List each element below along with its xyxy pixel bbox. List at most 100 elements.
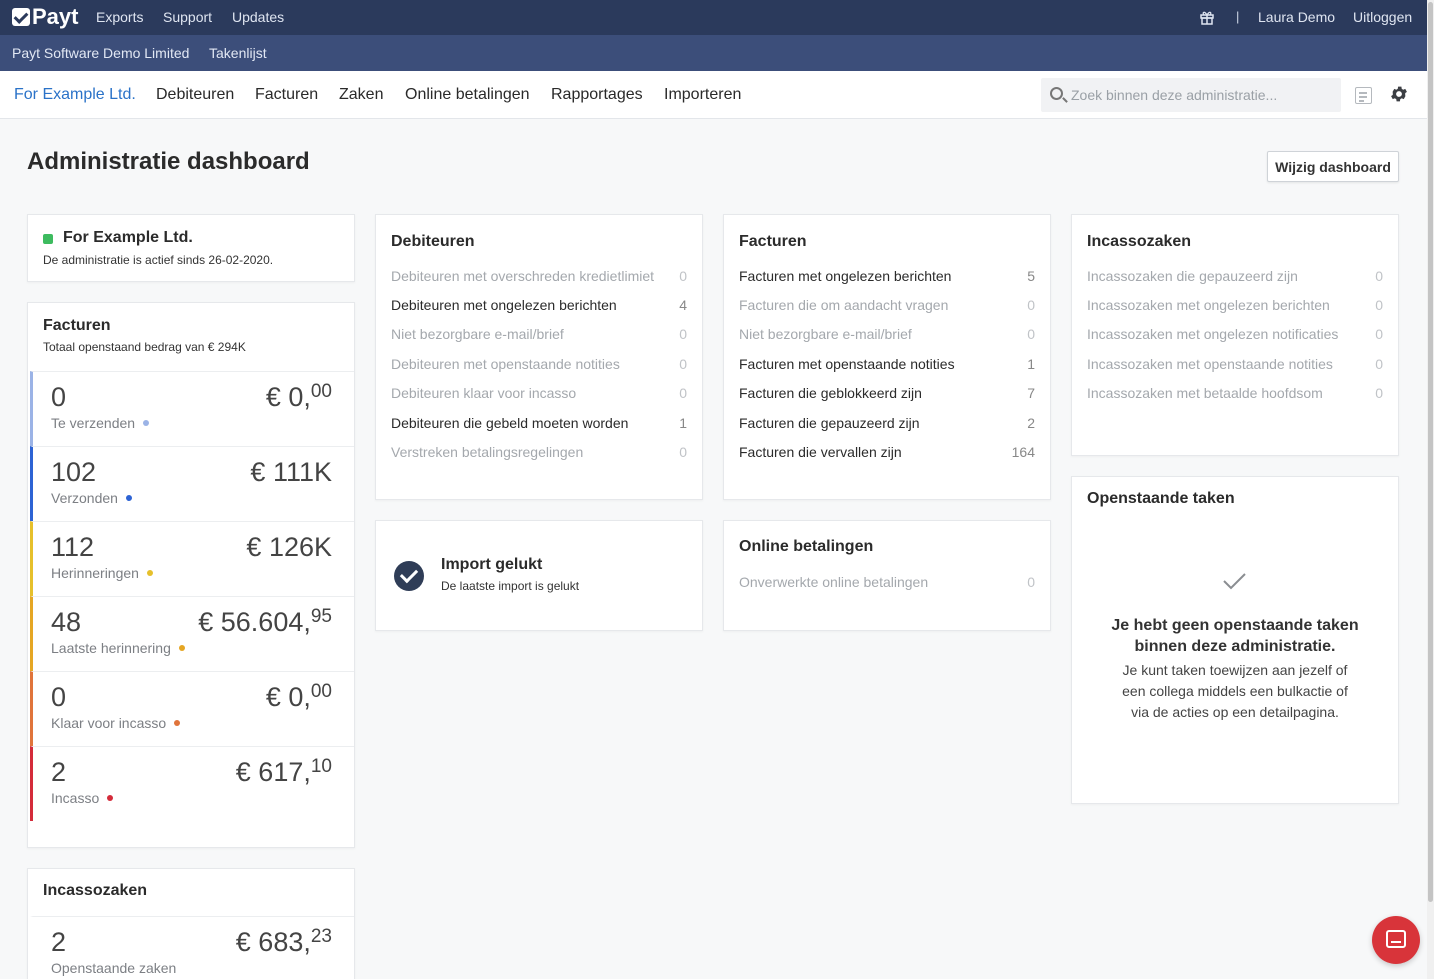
chat-launcher-button[interactable] <box>1372 916 1420 964</box>
amount-main: € 56.604, <box>198 607 311 637</box>
list-item[interactable]: Niet bezorgbare e-mail/brief 0 <box>739 326 1035 348</box>
search-input[interactable] <box>1071 84 1331 106</box>
list-item[interactable]: Incassozaken met ongelezen notificaties 0 <box>1087 326 1383 348</box>
page-title: Administratie dashboard <box>27 148 310 175</box>
list-item[interactable]: Facturen die vervallen zijn 164 <box>739 444 1035 466</box>
stat-label-text: Laatste herinnering <box>51 640 171 656</box>
list-item[interactable]: Niet bezorgbare e-mail/brief 0 <box>391 326 687 348</box>
gear-icon[interactable] <box>1389 84 1409 104</box>
row-count: 0 <box>679 385 687 401</box>
nav-online-betalingen[interactable]: Online betalingen <box>405 86 530 104</box>
list-item[interactable]: Onverwerkte online betalingen 0 <box>739 574 1035 596</box>
edit-dashboard-button[interactable]: Wijzig dashboard <box>1267 151 1399 182</box>
user-menu[interactable]: Laura Demo <box>1258 9 1335 25</box>
stat-label-text: Incasso <box>51 790 100 806</box>
nav-facturen[interactable]: Facturen <box>255 86 318 104</box>
stat-label: Te verzenden <box>51 415 150 431</box>
row-count: 0 <box>1027 574 1035 590</box>
chat-icon <box>1386 930 1406 948</box>
stat-label-text: Te verzenden <box>51 415 136 431</box>
nav-administration[interactable]: For Example Ltd. <box>14 86 136 104</box>
logo-check-icon <box>12 8 30 26</box>
status-indicator <box>43 234 53 244</box>
list-item[interactable]: Incassozaken met openstaande notities 0 <box>1087 356 1383 378</box>
row-label: Incassozaken met ongelezen berichten <box>1087 297 1330 313</box>
row-label: Onverwerkte online betalingen <box>739 574 929 590</box>
stat-incasso[interactable]: 2 Incasso € 617,10 <box>30 746 354 821</box>
row-count: 0 <box>679 356 687 372</box>
stat-label: Verzonden <box>51 490 132 506</box>
list-item[interactable]: Debiteuren klaar voor incasso 0 <box>391 385 687 407</box>
collections-title: Incassozaken <box>43 882 148 899</box>
list-item[interactable]: Debiteuren met openstaande notities 0 <box>391 356 687 378</box>
stat-label-text: Herinneringen <box>51 565 139 581</box>
invoices-list-card: Facturen Facturen met ongelezen berichte… <box>723 214 1051 500</box>
stat-count: 48 <box>51 607 82 637</box>
list-item[interactable]: Facturen met ongelezen berichten 5 <box>739 268 1035 290</box>
page-scrollbar[interactable] <box>1427 0 1434 979</box>
stat-klaar-voor-incasso[interactable]: 0 Klaar voor incasso € 0,00 <box>30 671 354 746</box>
stat-laatste-herinnering[interactable]: 48 Laatste herinnering € 56.604,95 <box>30 596 354 671</box>
row-label: Debiteuren met ongelezen berichten <box>391 297 617 313</box>
stat-amount: € 56.604,95 <box>198 606 332 638</box>
import-subtitle: De laatste import is gelukt <box>441 579 580 593</box>
exports-link[interactable]: Exports <box>96 9 143 25</box>
administration-name[interactable]: For Example Ltd. <box>63 229 193 247</box>
administration-card: For Example Ltd. De administratie is act… <box>27 214 355 282</box>
list-item[interactable]: Incassozaken met ongelezen berichten 0 <box>1087 297 1383 319</box>
tasklist-link[interactable]: Takenlijst <box>209 45 267 61</box>
list-item[interactable]: Incassozaken met betaalde hoofdsom 0 <box>1087 385 1383 407</box>
row-label: Incassozaken met betaalde hoofdsom <box>1087 385 1323 401</box>
import-status-card: Import gelukt De laatste import is geluk… <box>375 520 703 631</box>
row-label: Incassozaken met openstaande notities <box>1087 356 1333 372</box>
row-label: Facturen die gepauzeerd zijn <box>739 415 920 431</box>
list-item[interactable]: Facturen die om aandacht vragen 0 <box>739 297 1035 319</box>
list-item[interactable]: Debiteuren die gebeld moeten worden 1 <box>391 415 687 437</box>
row-count: 164 <box>1011 444 1035 460</box>
nav-zaken[interactable]: Zaken <box>339 86 383 104</box>
stat-verzonden[interactable]: 102 Verzonden € 111K <box>30 446 354 521</box>
stat-count: 112 <box>51 532 95 562</box>
gift-icon[interactable] <box>1199 9 1215 25</box>
list-item[interactable]: Facturen met openstaande notities 1 <box>739 356 1035 378</box>
company-link[interactable]: Payt Software Demo Limited <box>12 45 189 61</box>
nav-rapportages[interactable]: Rapportages <box>551 86 643 104</box>
online-payments-title: Online betalingen <box>739 538 874 555</box>
support-link[interactable]: Support <box>163 9 212 25</box>
logout-link[interactable]: Uitloggen <box>1353 9 1412 25</box>
row-count: 0 <box>1375 326 1383 342</box>
list-item[interactable]: Facturen die geblokkeerd zijn 7 <box>739 385 1035 407</box>
scrollbar-thumb[interactable] <box>1428 2 1433 902</box>
status-dot <box>178 645 185 652</box>
list-item[interactable]: Debiteuren met overschreden kredietlimie… <box>391 268 687 290</box>
notes-icon[interactable] <box>1355 87 1372 104</box>
row-label: Facturen die geblokkeerd zijn <box>739 385 922 401</box>
list-item[interactable]: Facturen die gepauzeerd zijn 2 <box>739 415 1035 437</box>
row-count: 0 <box>1375 268 1383 284</box>
stat-amount: € 126K <box>246 531 332 563</box>
row-label: Facturen met ongelezen berichten <box>739 268 952 284</box>
brand-name: Payt <box>32 4 79 29</box>
list-item[interactable]: Verstreken betalingsregelingen 0 <box>391 444 687 466</box>
collections-stats-card: Incassozaken 2 Openstaande zaken € 683,2… <box>27 868 355 979</box>
invoices-total: Totaal openstaand bedrag van € 294K <box>43 340 246 354</box>
stat-openstaande-zaken[interactable]: 2 Openstaande zaken € 683,23 <box>30 916 354 979</box>
row-count: 4 <box>679 297 687 313</box>
list-item[interactable]: Debiteuren met ongelezen berichten 4 <box>391 297 687 319</box>
amount-cents: 95 <box>310 606 332 627</box>
row-label: Facturen die vervallen zijn <box>739 444 902 460</box>
search-box[interactable] <box>1041 78 1341 112</box>
nav-importeren[interactable]: Importeren <box>664 86 741 104</box>
nav-debiteuren[interactable]: Debiteuren <box>156 86 234 104</box>
row-label: Facturen met openstaande notities <box>739 356 955 372</box>
stat-herinneringen[interactable]: 112 Herinneringen € 126K <box>30 521 354 596</box>
checkmark-icon <box>1223 573 1246 590</box>
updates-link[interactable]: Updates <box>232 9 284 25</box>
debtors-title: Debiteuren <box>391 233 475 250</box>
row-label: Incassozaken die gepauzeerd zijn <box>1087 268 1298 284</box>
payt-logo[interactable]: Payt <box>12 4 79 29</box>
stat-te-verzenden[interactable]: 0 Te verzenden € 0,00 <box>30 371 354 446</box>
row-count: 2 <box>1027 415 1035 431</box>
row-label: Niet bezorgbare e-mail/brief <box>391 326 564 342</box>
list-item[interactable]: Incassozaken die gepauzeerd zijn 0 <box>1087 268 1383 290</box>
